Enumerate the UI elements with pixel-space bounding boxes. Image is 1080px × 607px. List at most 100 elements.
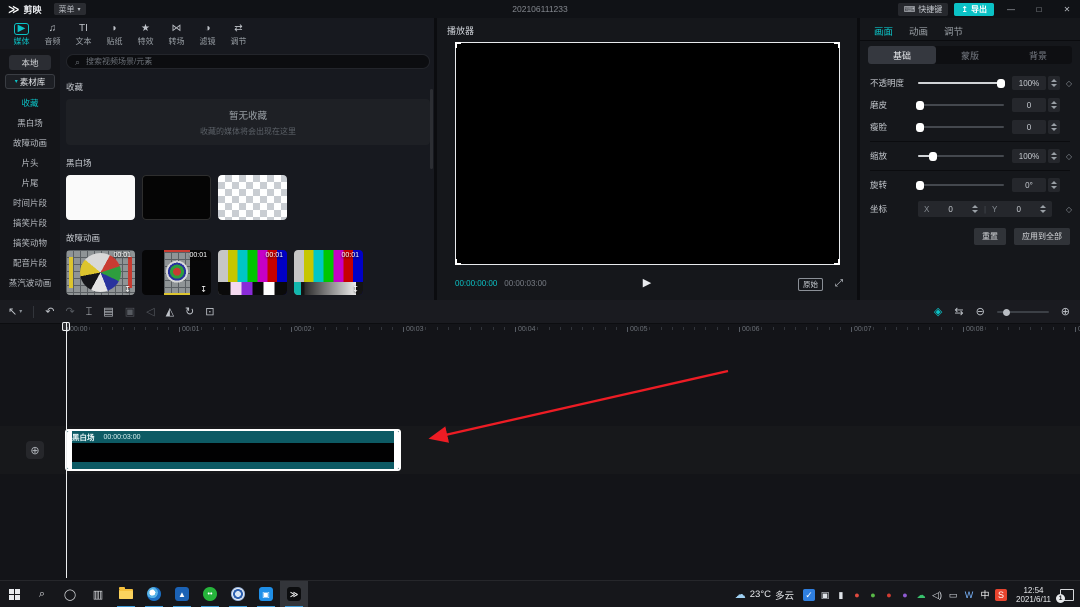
tray-defender-shield[interactable]: ✓ xyxy=(803,589,815,601)
props-tab-animation[interactable]: 动画 xyxy=(909,24,928,38)
step-up-icon[interactable] xyxy=(1051,181,1057,184)
download-icon[interactable]: ↧ xyxy=(124,285,131,294)
zoom-slider-knob[interactable] xyxy=(1003,309,1010,316)
timeline-clip-black-white-field[interactable]: 黑白场 00:00:03:00 xyxy=(65,429,401,471)
tray-monitor[interactable]: ▭ xyxy=(947,589,959,601)
subtab-background[interactable]: 背景 xyxy=(1004,46,1072,64)
step-down-icon[interactable] xyxy=(1051,128,1057,131)
toolbar-crop[interactable]: ⊡ xyxy=(205,306,214,318)
media-tab-transition[interactable]: ⋈转场 xyxy=(161,21,192,49)
tray-green-leaf[interactable]: ● xyxy=(867,589,879,601)
toolbar-reverse[interactable]: ◁ xyxy=(146,306,154,318)
material-thumb-color-bars[interactable]: 00:01 xyxy=(218,250,287,295)
step-up-icon[interactable] xyxy=(1051,79,1057,82)
media-tab-media[interactable]: ▶媒体 xyxy=(6,21,37,49)
keyframe-icon-position[interactable]: ◇ xyxy=(1060,205,1072,214)
media-tab-adjust[interactable]: ⇄调节 xyxy=(223,21,254,49)
value-smooth-skin[interactable]: 0 xyxy=(1012,98,1046,112)
taskbar-search[interactable]: ⌕ xyxy=(28,581,56,607)
slider-track-smooth-skin[interactable] xyxy=(918,104,1004,106)
minimize-button[interactable]: — xyxy=(1000,0,1022,18)
reset-button[interactable]: 重置 xyxy=(974,228,1006,245)
download-icon[interactable]: ↧ xyxy=(352,285,359,294)
sidebar-item-time-clips[interactable]: 时间片段 xyxy=(0,193,60,213)
toolbar-freeze-frame[interactable]: ▣ xyxy=(125,306,135,318)
subtab-basic[interactable]: 基础 xyxy=(868,46,936,64)
slider-track-rotate[interactable] xyxy=(918,184,1004,186)
taskbar-clock[interactable]: 12:54 2021/6/11 xyxy=(1016,586,1051,604)
x-stepper[interactable] xyxy=(972,205,978,213)
play-button[interactable]: ▶ xyxy=(643,276,651,289)
taskbar-stocks-app[interactable]: ▲ xyxy=(168,581,196,607)
toolbar-redo[interactable]: ↷ xyxy=(65,306,74,318)
apply-to-all-button[interactable]: 应用到全部 xyxy=(1014,228,1070,245)
maximize-button[interactable]: □ xyxy=(1028,0,1050,18)
download-icon[interactable]: ↧ xyxy=(200,285,207,294)
notification-center-icon[interactable]: 1 xyxy=(1060,589,1074,601)
playhead-handle[interactable] xyxy=(62,322,70,331)
close-button[interactable]: ✕ xyxy=(1056,0,1078,18)
toolbar-split[interactable]: ⌶ xyxy=(86,306,93,318)
taskbar-round-badge-app[interactable] xyxy=(224,581,252,607)
sidebar-item-library[interactable]: ▾ 素材库 xyxy=(5,74,55,89)
tray-red-security[interactable]: ● xyxy=(851,589,863,601)
clip-trim-handle-left[interactable] xyxy=(67,431,72,469)
step-down-icon[interactable] xyxy=(1040,210,1046,213)
toolbar-zoom-out[interactable]: ⊖ xyxy=(976,306,985,318)
stepper-smooth-skin[interactable] xyxy=(1048,98,1060,112)
media-tab-effects[interactable]: ★特效 xyxy=(130,21,161,49)
toolbar-delete[interactable]: ▤ xyxy=(103,306,113,318)
fullscreen-icon[interactable]: ⤢ xyxy=(835,278,843,290)
tray-sogou[interactable]: S xyxy=(995,589,1007,601)
search-bar[interactable]: ⌕ xyxy=(66,54,430,69)
slider-track-opacity[interactable] xyxy=(918,82,1004,84)
subtab-mask[interactable]: 蒙版 xyxy=(936,46,1004,64)
tray-purple-app[interactable]: ● xyxy=(899,589,911,601)
value-scale[interactable]: 100% xyxy=(1012,149,1046,163)
slider-track-scale[interactable] xyxy=(918,155,1004,157)
slider-knob[interactable] xyxy=(997,79,1005,88)
toolbar-preview-axis[interactable]: ⇆ xyxy=(954,306,963,318)
slider-track-slim-face[interactable] xyxy=(918,126,1004,128)
toolbar-undo[interactable]: ↶ xyxy=(45,306,54,318)
slider-knob[interactable] xyxy=(916,181,924,190)
step-up-icon[interactable] xyxy=(1051,152,1057,155)
props-tab-adjust[interactable]: 调节 xyxy=(944,24,963,38)
toolbar-mirror[interactable]: ◭ xyxy=(166,306,174,318)
step-down-icon[interactable] xyxy=(1051,186,1057,189)
resize-handle[interactable] xyxy=(455,259,461,265)
stepper-slim-face[interactable] xyxy=(1048,120,1060,134)
playhead[interactable] xyxy=(66,323,67,578)
material-thumb-testcard-narrow[interactable]: 00:01↧ xyxy=(142,250,211,295)
material-thumb-black-field[interactable] xyxy=(142,175,211,220)
y-value[interactable]: 0 xyxy=(1001,205,1036,214)
stepper-scale[interactable] xyxy=(1048,149,1060,163)
search-input[interactable] xyxy=(84,56,421,67)
toolbar-zoom-in[interactable]: ⊕ xyxy=(1061,306,1070,318)
clip-trim-handle-right[interactable] xyxy=(394,431,399,469)
step-up-icon[interactable] xyxy=(972,205,978,208)
tray-speaker[interactable]: ◁) xyxy=(931,589,943,601)
menu-button[interactable]: 菜单 ▾ xyxy=(54,3,86,15)
slider-knob[interactable] xyxy=(929,152,937,161)
props-tab-picture[interactable]: 画面 xyxy=(874,24,893,38)
sidebar-item-intro[interactable]: 片头 xyxy=(0,153,60,173)
sidebar-item-funny-animals[interactable]: 搞笑动物 xyxy=(0,233,60,253)
media-tab-text[interactable]: TI文本 xyxy=(68,21,99,49)
media-tab-filter[interactable]: ◑滤镜 xyxy=(192,21,223,49)
position-inputs[interactable]: X 0 | Y 0 xyxy=(918,201,1052,217)
sidebar-item-glitch-animation[interactable]: 故障动画 xyxy=(0,133,60,153)
step-up-icon[interactable] xyxy=(1051,101,1057,104)
taskbar-cortana[interactable]: ◯ xyxy=(56,581,84,607)
stepper-opacity[interactable] xyxy=(1048,76,1060,90)
sidebar-item-outro[interactable]: 片尾 xyxy=(0,173,60,193)
taskbar-browser[interactable] xyxy=(140,581,168,607)
taskbar-start[interactable] xyxy=(0,581,28,607)
weather-widget[interactable]: ☁ 23°C 多云 xyxy=(735,588,794,602)
material-thumb-white-field[interactable] xyxy=(66,175,135,220)
toolbar-auto-snap[interactable]: ◈ xyxy=(934,306,942,318)
shortcuts-button[interactable]: ⌨ 快捷键 xyxy=(898,3,949,16)
x-value[interactable]: 0 xyxy=(933,205,968,214)
taskbar-jianying[interactable]: ≫ xyxy=(280,581,308,607)
tray-green-cloud[interactable]: ☁ xyxy=(915,589,927,601)
